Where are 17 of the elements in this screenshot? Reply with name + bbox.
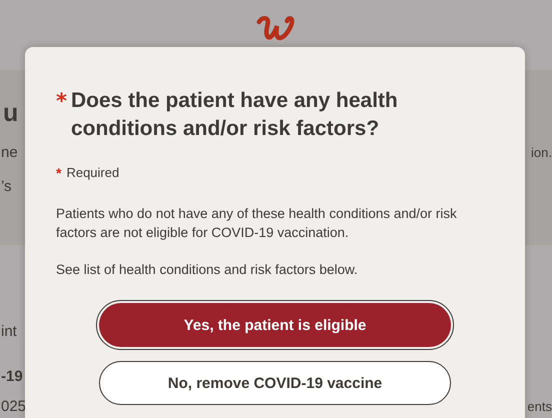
page-text: 025 xyxy=(0,398,26,414)
page-heading: u xyxy=(3,98,18,128)
page-text: -19 xyxy=(0,368,23,384)
required-label: Required xyxy=(66,164,120,182)
dialog-question: Does the patient have any health conditions and/or risk factors? xyxy=(70,88,399,142)
required-asterisk: * xyxy=(56,88,67,115)
choice-button[interactable]: Yes, the patient is eligible xyxy=(99,303,451,347)
dialog-text: See list of health conditions and risk factors below. xyxy=(56,261,359,279)
page-text: ion. xyxy=(530,144,552,160)
logo-icon xyxy=(256,14,296,42)
page-text: int xyxy=(0,322,17,340)
page-text: ne xyxy=(0,144,18,160)
choice-button[interactable]: No, remove COVID-19 vaccine xyxy=(99,361,451,405)
page-text: ents xyxy=(526,398,552,414)
required-asterisk: * xyxy=(56,164,62,182)
page-text: ’s xyxy=(0,178,12,194)
dialog-text: Patients who do not have any of these health conditions and/or risk factors are not eligible for COVID-19 vaccination. xyxy=(56,205,458,242)
